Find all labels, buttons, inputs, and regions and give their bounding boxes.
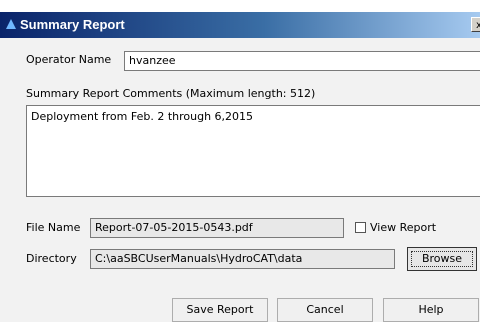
directory-field: C:\aaSBCUserManuals\HydroCAT\data <box>90 249 395 269</box>
background-window-fragment <box>0 0 480 12</box>
title-bar[interactable]: Summary Report x <box>0 12 480 38</box>
directory-label: Directory <box>26 252 77 265</box>
file-name-field: Report-07-05-2015-0543.pdf <box>90 218 344 238</box>
view-report-checkbox[interactable] <box>355 222 366 233</box>
app-icon <box>6 19 16 29</box>
operator-name-label: Operator Name <box>26 53 112 66</box>
comments-label: Summary Report Comments (Maximum length:… <box>26 87 316 100</box>
file-name-label: File Name <box>26 221 81 234</box>
view-report-label: View Report <box>370 221 437 234</box>
comments-textarea[interactable]: Deployment from Feb. 2 through 6,2015 <box>26 105 480 197</box>
help-button[interactable]: Help <box>383 298 479 322</box>
close-button[interactable]: x <box>471 17 480 32</box>
cancel-button[interactable]: Cancel <box>277 298 373 322</box>
save-report-button[interactable]: Save Report <box>172 298 268 322</box>
operator-name-input[interactable]: hvanzee <box>124 51 480 71</box>
browse-button[interactable]: Browse <box>407 247 477 271</box>
browse-button-label: Browse <box>410 251 474 267</box>
window-title: Summary Report <box>20 17 125 32</box>
